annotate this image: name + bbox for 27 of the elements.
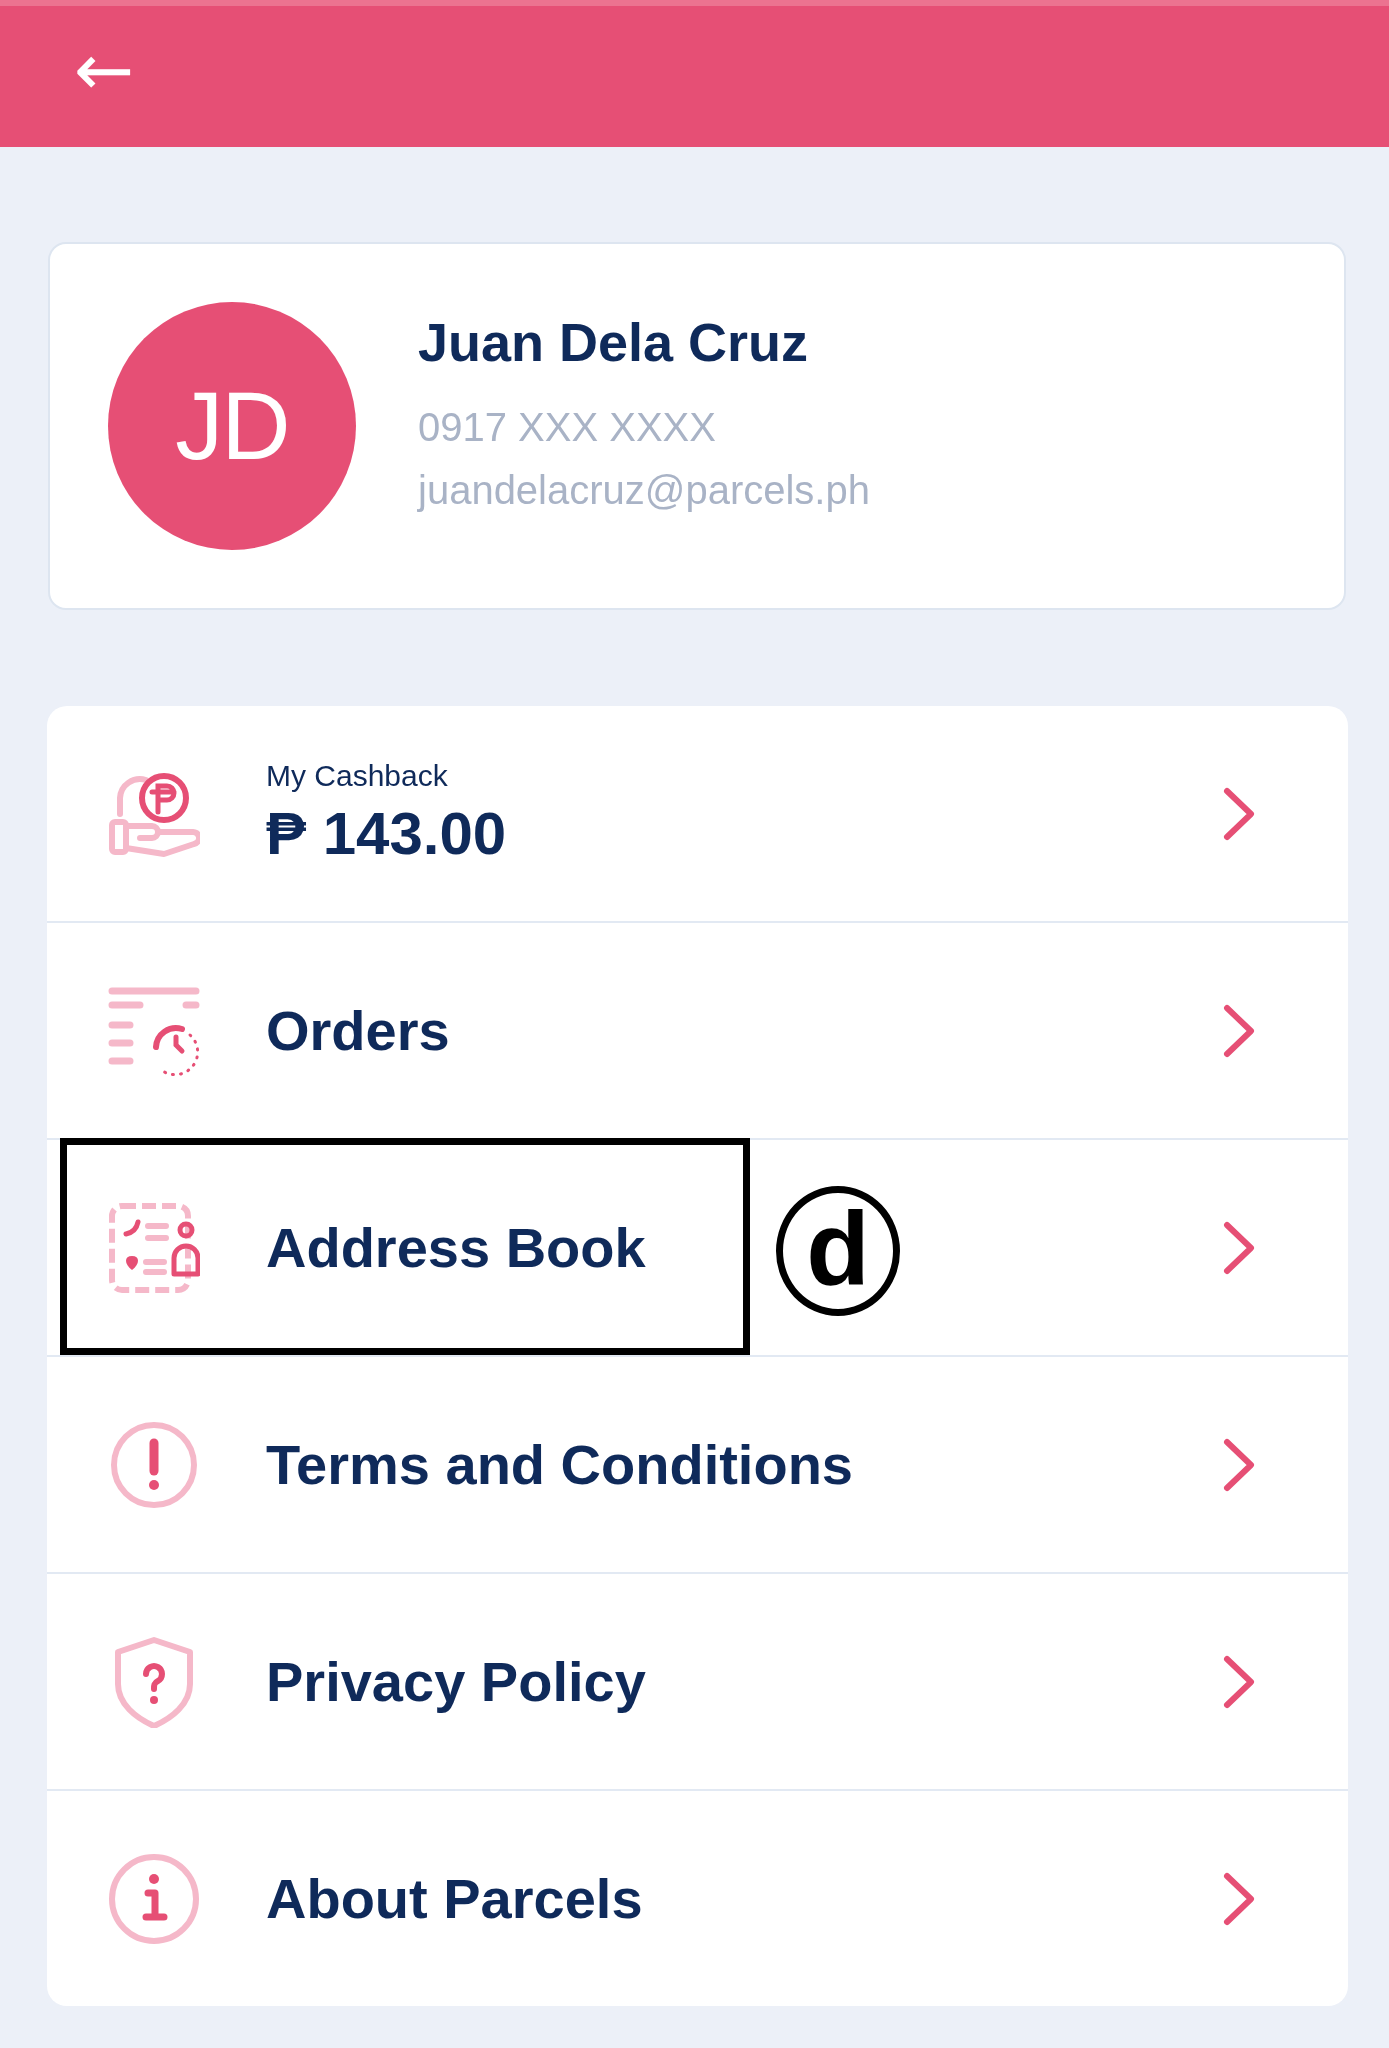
menu-label: Privacy Policy: [266, 1649, 646, 1714]
menu-item[interactable]: Terms and Conditions: [47, 1357, 1348, 1574]
menu-label: Orders: [266, 998, 450, 1063]
chevron-right-icon: [1222, 1219, 1256, 1276]
menu-item[interactable]: Orders: [47, 923, 1348, 1140]
info-icon: [108, 1852, 200, 1945]
cashback-label: My Cashback: [266, 759, 449, 793]
contact-book-icon: [108, 1201, 200, 1294]
menu-item[interactable]: About Parcels: [47, 1791, 1348, 2006]
callout-letter: d: [776, 1186, 900, 1316]
menu-label: About Parcels: [266, 1866, 643, 1931]
back-button[interactable]: ←: [70, 33, 139, 106]
chevron-right-icon: [1222, 1002, 1256, 1059]
menu-item[interactable]: Address Book d: [47, 1140, 1348, 1357]
menu-label: Address Book: [266, 1215, 646, 1280]
phone-number: 0917 XXX XXXX: [418, 405, 717, 450]
email-address: juandelacruz@parcels.ph: [418, 468, 870, 513]
menu-label: Terms and Conditions: [266, 1432, 853, 1497]
chevron-right-icon: [1222, 1653, 1256, 1710]
menu-item[interactable]: My Cashback ₱ 143.00: [47, 706, 1348, 923]
menu-item[interactable]: Privacy Policy: [47, 1574, 1348, 1791]
cashback-amount: ₱ 143.00: [266, 799, 507, 868]
user-name: Juan Dela Cruz: [418, 311, 810, 373]
chevron-right-icon: [1222, 1870, 1256, 1927]
avatar: JD: [108, 302, 356, 550]
chevron-right-icon: [1222, 785, 1256, 842]
chevron-right-icon: [1222, 1436, 1256, 1493]
